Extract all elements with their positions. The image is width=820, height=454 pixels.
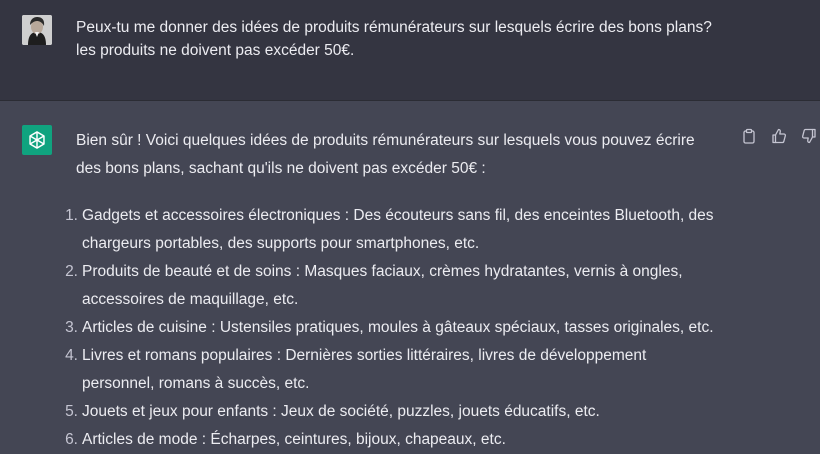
list-item: 4. Livres et romans populaires : Dernièr… — [58, 342, 738, 398]
list-item-line-1: Livres et romans populaires : Dernières … — [82, 347, 647, 364]
assistant-message-row: Bien sûr ! Voici quelques idées de produ… — [0, 101, 820, 452]
list-item: 6. Articles de mode : Écharpes, ceinture… — [58, 426, 738, 454]
clipboard-icon — [743, 128, 755, 144]
copy-button[interactable] — [740, 127, 758, 145]
list-item: 1. Gadgets et accessoires électroniques … — [58, 202, 738, 258]
list-item-line-1: Jouets et jeux pour enfants : Jeux de so… — [82, 403, 600, 420]
user-message-text: Peux-tu me donner des idées de produits … — [76, 16, 736, 62]
message-actions — [740, 127, 818, 145]
list-item-line-2: chargeurs portables, des supports pour s… — [82, 235, 480, 252]
list-item-line-2: accessoires de maquillage, etc. — [82, 291, 299, 308]
thumbs-down-button[interactable] — [800, 127, 818, 145]
openai-logo-icon — [29, 131, 45, 149]
list-item: 3. Articles de cuisine : Ustensiles prat… — [58, 314, 738, 342]
list-item-line-1: Articles de cuisine : Ustensiles pratiqu… — [82, 319, 714, 336]
thumbs-down-icon — [801, 128, 816, 144]
assistant-intro-line-1: Bien sûr ! Voici quelques idées de produ… — [76, 132, 695, 149]
user-message-row: Peux-tu me donner des idées de produits … — [0, 0, 820, 101]
list-item-line-2: personnel, romans à succès, etc. — [82, 375, 310, 392]
list-item-number: 4. — [65, 347, 78, 364]
user-message-line-1: Peux-tu me donner des idées de produits … — [76, 19, 712, 36]
user-avatar — [22, 15, 52, 45]
thumbs-up-icon — [772, 128, 787, 144]
user-message-line-2: les produits ne doivent pas excéder 50€. — [76, 42, 355, 59]
assistant-avatar — [22, 125, 52, 155]
list-item-line-1: Produits de beauté et de soins : Masques… — [82, 263, 683, 280]
list-item-number: 5. — [65, 403, 78, 420]
assistant-intro-text: Bien sûr ! Voici quelques idées de produ… — [76, 127, 736, 183]
user-photo-avatar-icon — [22, 15, 52, 45]
list-item-line-1: Articles de mode : Écharpes, ceintures, … — [82, 431, 506, 448]
list-item-number: 3. — [65, 319, 78, 336]
list-item: 5. Jouets et jeux pour enfants : Jeux de… — [58, 398, 738, 426]
list-item-number: 2. — [65, 263, 78, 280]
product-ideas-list: 1. Gadgets et accessoires électroniques … — [58, 202, 738, 454]
list-item-line-1: Gadgets et accessoires électroniques : D… — [82, 207, 714, 224]
thumbs-up-button[interactable] — [770, 127, 788, 145]
assistant-intro-line-2: des bons plans, sachant qu'ils ne doiven… — [76, 160, 486, 177]
list-item: 2. Produits de beauté et de soins : Masq… — [58, 258, 738, 314]
list-item-number: 6. — [65, 431, 78, 448]
list-item-number: 1. — [65, 207, 78, 224]
